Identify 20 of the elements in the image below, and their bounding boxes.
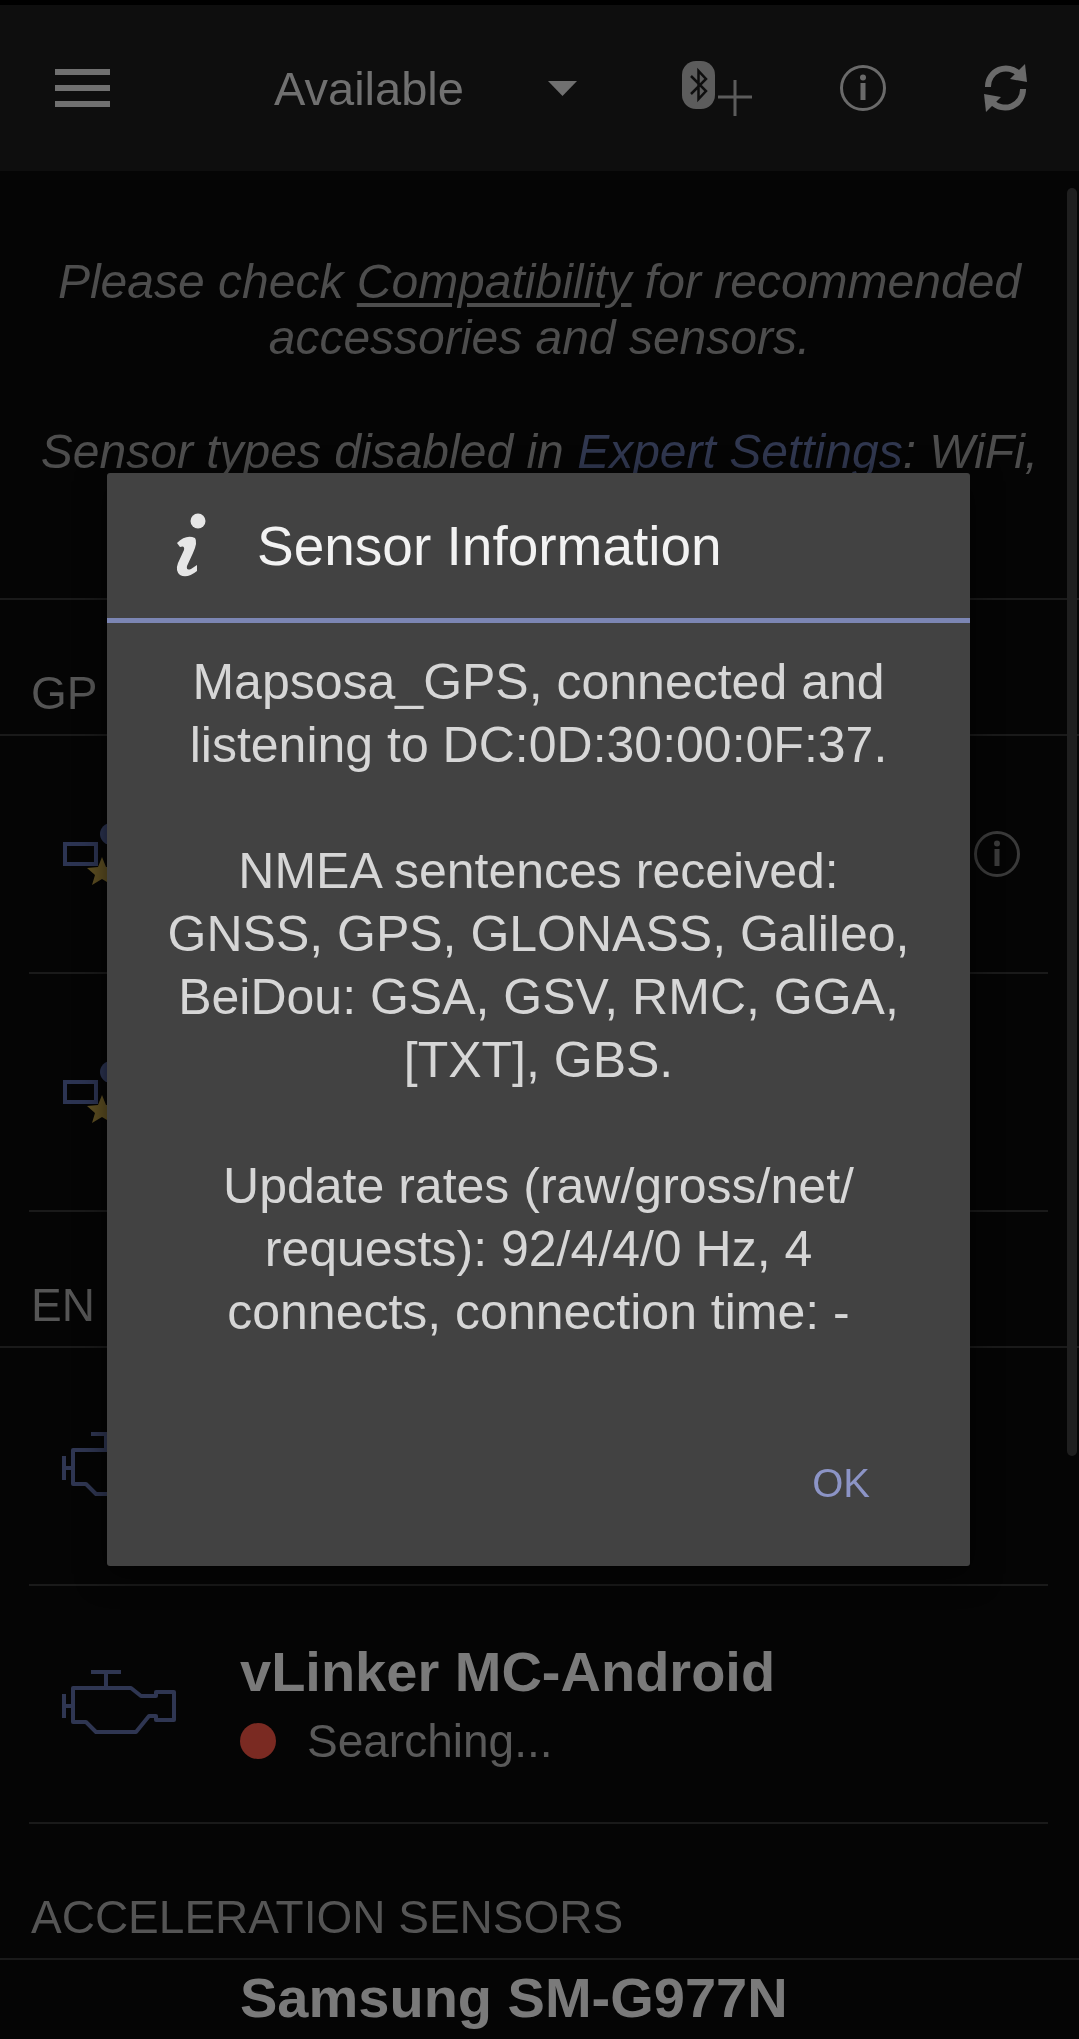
- message-text: Mapsosa_GPS, connected and listening to DC:0D:30:00:0F:37.: [188, 653, 889, 775]
- menu-icon[interactable]: [55, 69, 110, 107]
- status-text: Searching...: [307, 1713, 553, 1769]
- section-title: ACCELERATION SENSORS: [31, 1891, 624, 1943]
- caret-icon: [547, 80, 577, 96]
- message-text: Update rates (raw/gross/net/ requests): 92/4/4/0 Hz, 4 connects, connection time: -: [222, 1157, 855, 1342]
- status-dropdown[interactable]: Available: [274, 60, 577, 116]
- section-title: EN: [31, 1279, 95, 1331]
- device-name: Samsung SM-G977N: [240, 1966, 788, 2030]
- device-star-icon: [61, 823, 107, 885]
- message-text: NMEA sentences received: GNSS, GPS, GLONASS, Galileo, BeiDou: GSA, GSV, RMC, GGA, [TXT], GBS.: [166, 842, 911, 1090]
- device-name: vLinker MC-Android: [240, 1639, 776, 1704]
- ok-button[interactable]: OK: [776, 1443, 906, 1523]
- section-title: GP: [31, 667, 98, 719]
- text-link[interactable]: Compatibility: [356, 255, 632, 308]
- dialog-title: Sensor Information: [257, 513, 722, 578]
- notice-text: Please check Compatibility for recommended accessories and sensors.: [56, 254, 1023, 366]
- bluetooth-add-icon[interactable]: [681, 60, 752, 116]
- info-icon[interactable]: [838, 64, 887, 112]
- device-star-icon: [61, 1061, 107, 1123]
